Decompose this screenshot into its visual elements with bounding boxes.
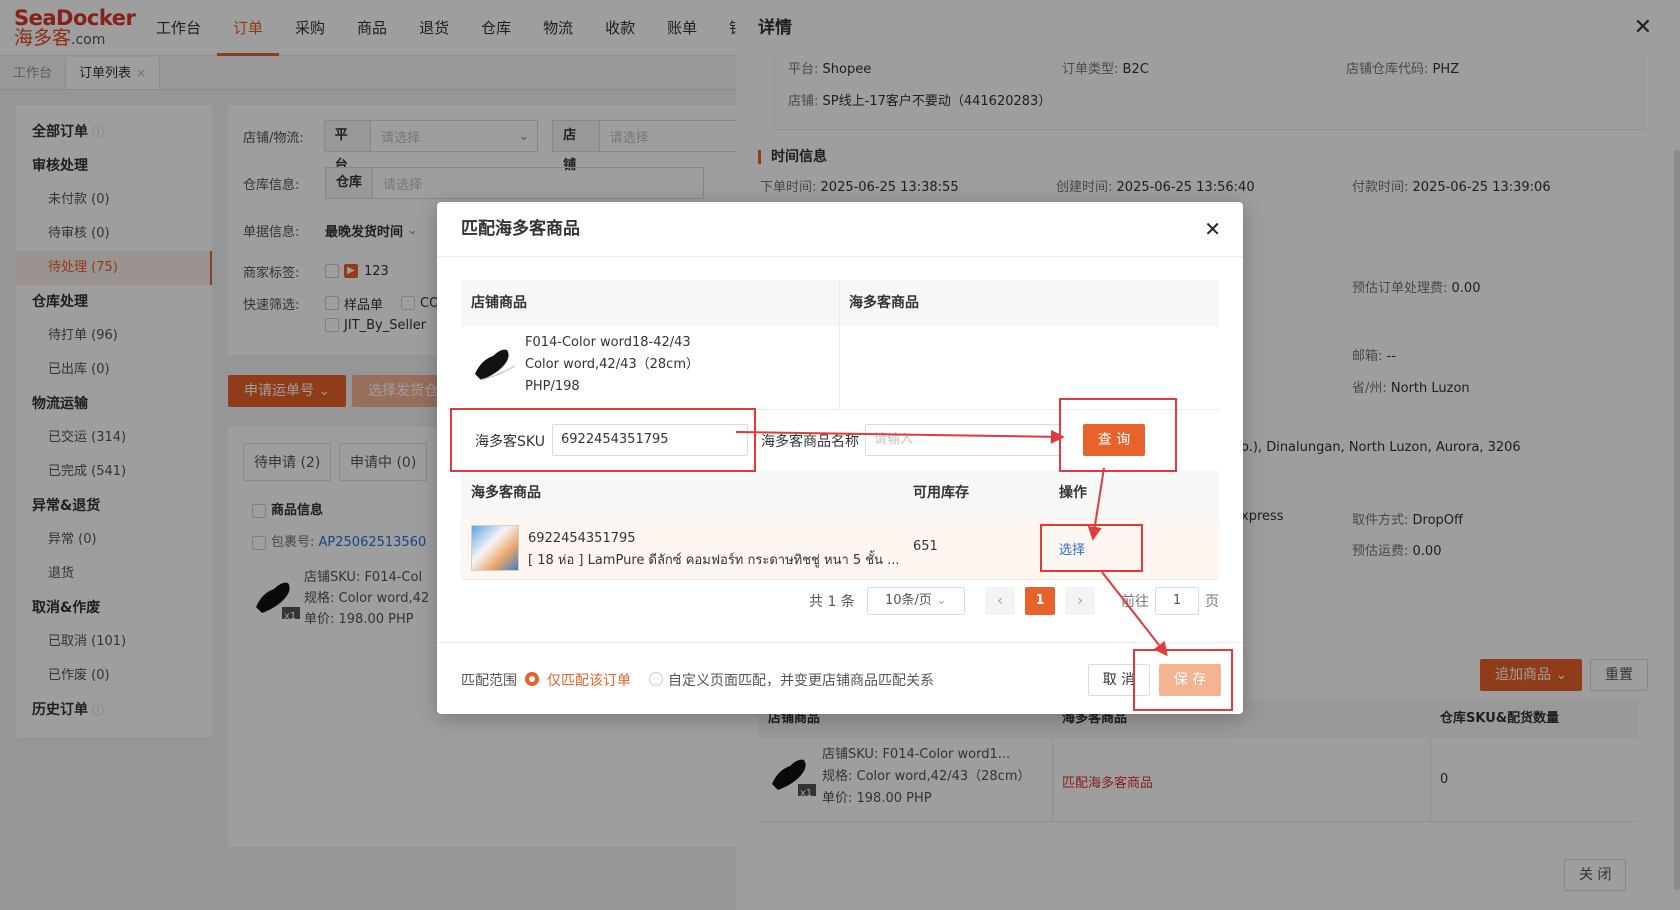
product-price: PHP/198 [525,379,580,394]
close-icon[interactable]: ✕ [1204,202,1221,257]
scope-radio-order[interactable] [525,672,539,686]
annotation-box-query [1059,398,1177,472]
th-operation: 操作 [1059,485,1087,501]
scope-option-custom[interactable]: 自定义页面匹配，并变更店铺商品匹配关系 [668,670,934,690]
modal-title: 匹配海多客商品 [461,219,580,239]
modal-header: 匹配海多客商品 ✕ [437,202,1243,257]
page-unit-label: 页 [1205,594,1219,610]
result-goods-info: 6922454351795 [ 18 ห่อ ] LamPure ดีลักซ์… [528,528,898,572]
annotation-box-select [1040,524,1143,572]
prev-page-button[interactable]: ‹ [985,587,1015,615]
th-stock: 可用库存 [913,485,969,501]
shoe-thumbnail [475,349,516,381]
scope-radio-custom[interactable] [649,672,663,686]
th-hdk-goods: 海多客商品 [849,295,919,311]
shop-goods-info: F014-Color word18-42/43 Color word,42/43… [525,332,699,398]
page-size-value: 10条/页 [885,593,932,608]
annotation-box-sku [450,408,756,472]
annotation-box-save [1133,649,1233,711]
product-name-label: 海多客商品名称 [761,434,859,450]
page-size-select[interactable]: 10条/页 ⌄ [867,587,965,615]
current-page[interactable]: 1 [1025,587,1055,615]
th-shop-goods: 店铺商品 [471,295,527,311]
product-thumbnail [471,525,519,571]
product-spec: Color word,42/43（28cm） [525,357,699,372]
next-page-button[interactable]: › [1065,587,1095,615]
goto-page-input[interactable]: 1 [1155,587,1199,615]
th-result-goods: 海多客商品 [471,485,541,501]
result-name: [ 18 ห่อ ] LamPure ดีลักซ์ คอมฟอร์ท กระด… [528,553,898,568]
divider [839,280,840,410]
scope-option-order[interactable]: 仅匹配该订单 [547,670,631,690]
total-count: 共 1 条 [809,594,855,610]
product-name: F014-Color word18-42/43 [525,335,691,350]
shop-goods-table-header: 店铺商品 海多客商品 [461,280,1219,326]
chevron-down-icon: ⌄ [936,593,947,608]
goto-label: 前往 [1121,594,1149,610]
divider [437,642,1243,643]
result-stock: 651 [913,539,938,554]
product-name-input[interactable]: 请输入 [865,424,1061,456]
result-sku: 6922454351795 [528,531,636,546]
result-table-header: 海多客商品 可用库存 操作 [461,470,1219,516]
scope-label: 匹配范围 [461,673,517,689]
